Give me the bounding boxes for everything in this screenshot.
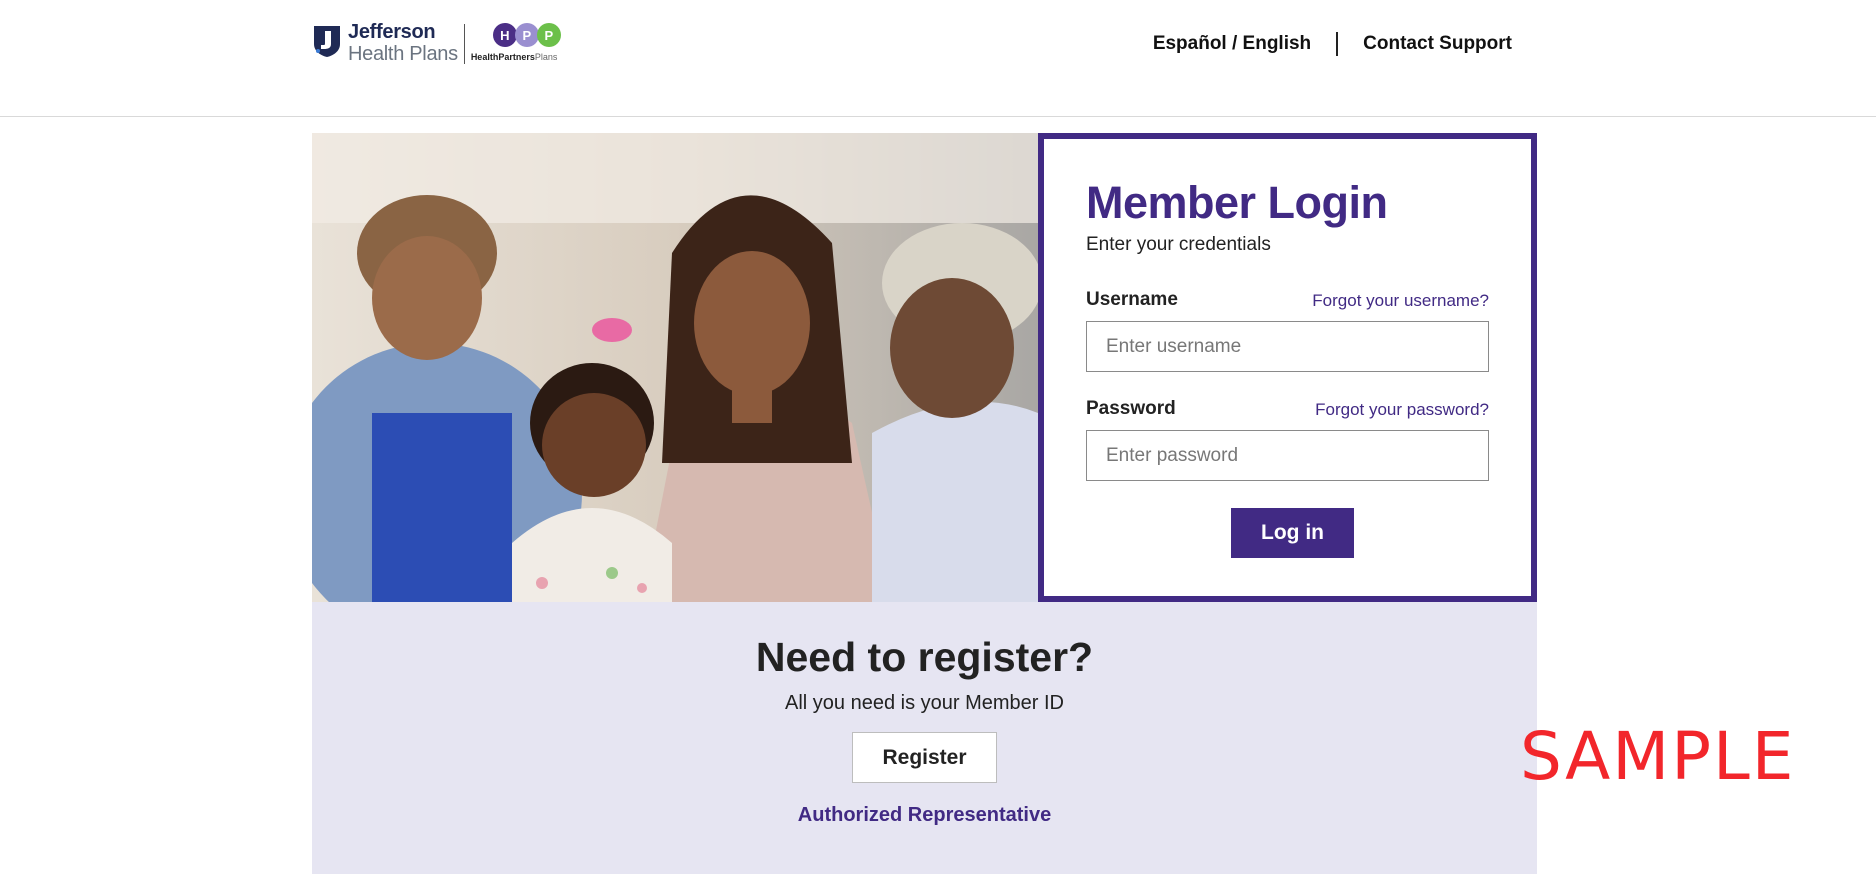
jefferson-wordmark: Jefferson Health Plans (348, 22, 458, 64)
hpp-wordmark-light: Plans (534, 52, 558, 62)
register-subtitle: All you need is your Member ID (784, 692, 1064, 714)
logo-divider (463, 24, 465, 64)
hpp-letter-h: H (492, 23, 517, 47)
hpp-wordmark-bold: HealthPartners (470, 52, 535, 62)
password-label: Password (1086, 398, 1176, 419)
hpp-logo: H P P HealthPartnersPlans (471, 23, 561, 62)
password-input[interactable] (1086, 430, 1489, 481)
header-nav: Español / English Contact Support (1153, 32, 1512, 56)
login-page: Jefferson Health Plans H P P HealthPartn… (0, 0, 1876, 884)
hpp-wordmark: HealthPartnersPlans (471, 52, 558, 62)
language-toggle-link[interactable]: Español / English (1153, 33, 1311, 55)
sample-watermark: SAMPLE (1520, 718, 1796, 795)
hpp-letter-p2: P (536, 23, 561, 47)
forgot-password-link[interactable]: Forgot your password? (1315, 400, 1489, 420)
login-button[interactable]: Log in (1231, 508, 1354, 558)
jefferson-wordmark-line1: Jefferson (348, 21, 436, 43)
username-input[interactable] (1086, 321, 1489, 372)
family-photo-illustration (312, 133, 1038, 602)
member-login-panel: Member Login Enter your credentials User… (1038, 133, 1537, 602)
hpp-circles-icon: H P P (492, 23, 561, 47)
register-section: Need to register? All you need is your M… (312, 602, 1537, 874)
username-label: Username (1086, 289, 1178, 310)
site-header: Jefferson Health Plans H P P HealthPartn… (0, 0, 1876, 117)
forgot-username-link[interactable]: Forgot your username? (1312, 291, 1489, 311)
nav-separator (1336, 32, 1339, 56)
login-subtitle: Enter your credentials (1086, 234, 1271, 255)
authorized-representative-link[interactable]: Authorized Representative (312, 804, 1537, 827)
hpp-letter-p1: P (514, 23, 539, 47)
hero-family-photo (312, 133, 1038, 602)
jefferson-shield-icon (314, 26, 340, 57)
register-title: Need to register? (755, 634, 1094, 680)
register-button[interactable]: Register (852, 732, 997, 783)
jefferson-wordmark-line2: Health Plans (348, 43, 458, 65)
site-logo[interactable]: Jefferson Health Plans H P P HealthPartn… (312, 22, 561, 66)
login-title: Member Login (1086, 177, 1388, 228)
contact-support-link[interactable]: Contact Support (1363, 33, 1512, 55)
